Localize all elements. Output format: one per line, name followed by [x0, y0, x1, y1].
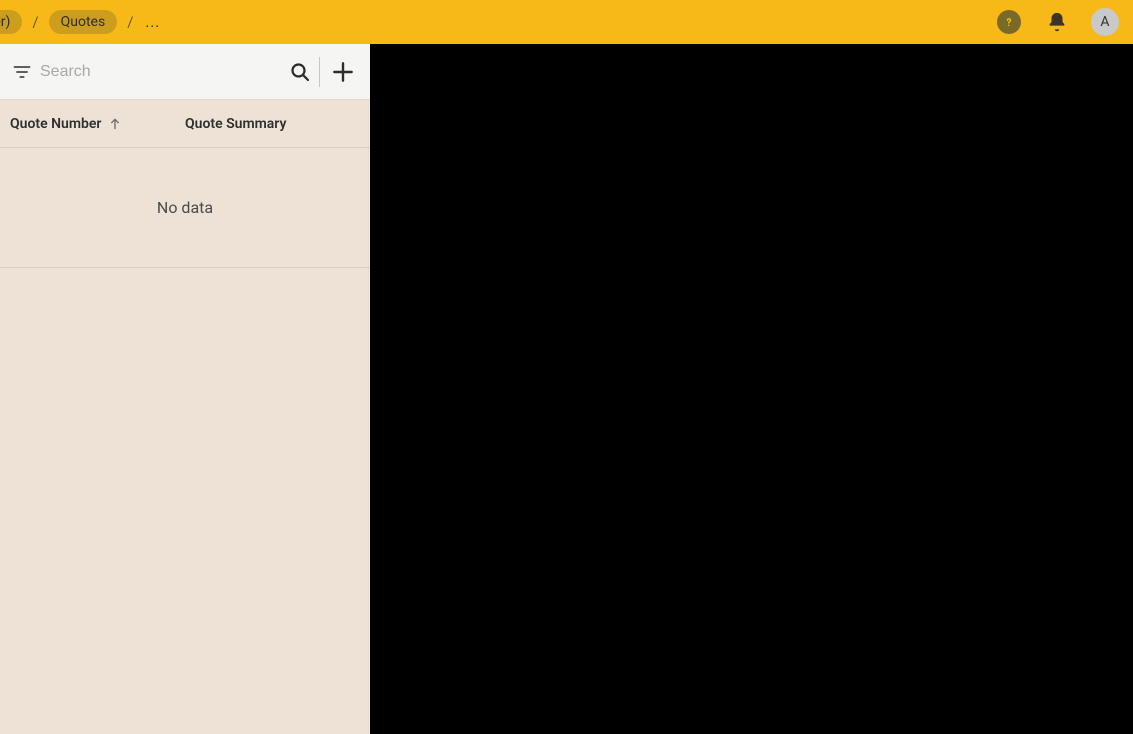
help-button[interactable]	[995, 8, 1023, 36]
plus-icon	[330, 59, 356, 85]
main-content-area	[370, 44, 1133, 734]
search-icon	[288, 60, 312, 84]
no-data-text: No data	[157, 198, 213, 217]
search-button[interactable]	[283, 60, 317, 84]
breadcrumb: jer) / Quotes / ...	[0, 10, 162, 34]
avatar[interactable]: A	[1091, 8, 1119, 36]
breadcrumb-item-quotes[interactable]: Quotes	[49, 10, 118, 34]
add-button[interactable]	[324, 59, 362, 85]
breadcrumb-item-truncated[interactable]: jer)	[0, 10, 22, 34]
help-icon	[997, 10, 1021, 34]
filter-list-icon	[12, 62, 32, 82]
notifications-button[interactable]	[1043, 8, 1071, 36]
columns-header: Quote Number Quote Summary	[0, 100, 370, 148]
column-label: Quote Number	[10, 116, 101, 132]
content-area: Quote Number Quote Summary No data	[0, 44, 1133, 734]
sort-ascending-icon	[107, 116, 123, 132]
breadcrumb-separator: /	[123, 13, 137, 31]
avatar-initial: A	[1100, 14, 1109, 30]
search-input[interactable]	[36, 57, 283, 87]
column-quote-number[interactable]: Quote Number	[10, 116, 185, 132]
column-label: Quote Summary	[185, 116, 286, 132]
breadcrumb-separator: /	[28, 13, 42, 31]
breadcrumb-ellipsis[interactable]: ...	[143, 13, 162, 31]
header-actions: A	[995, 8, 1119, 36]
no-data-message: No data	[0, 148, 370, 268]
bell-icon	[1046, 11, 1068, 33]
quotes-side-panel: Quote Number Quote Summary No data	[0, 44, 370, 734]
column-quote-summary[interactable]: Quote Summary	[185, 116, 286, 132]
app-header: jer) / Quotes / ... A	[0, 0, 1133, 44]
search-bar	[0, 44, 370, 100]
vertical-divider	[319, 57, 320, 87]
filter-button[interactable]	[8, 62, 36, 82]
